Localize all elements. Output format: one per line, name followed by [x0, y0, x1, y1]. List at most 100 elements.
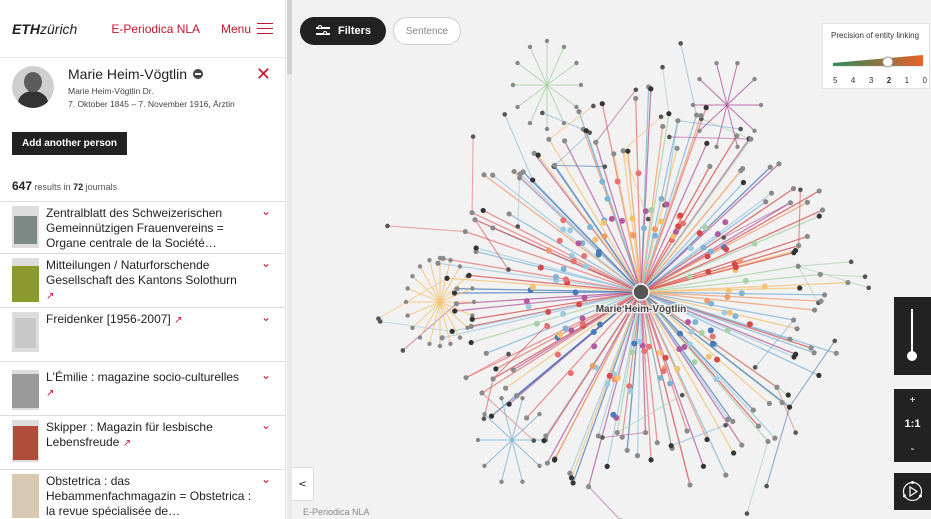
graph-node[interactable]: [660, 123, 666, 130]
graph-node[interactable]: [427, 257, 432, 263]
graph-node[interactable]: [702, 224, 709, 231]
graph-node[interactable]: [405, 286, 410, 291]
graph-node[interactable]: [541, 438, 547, 444]
graph-node[interactable]: [506, 401, 512, 407]
graph-node[interactable]: [479, 390, 485, 396]
graph-node[interactable]: [585, 484, 592, 490]
precision-knob[interactable]: [882, 56, 894, 68]
graph-node[interactable]: [723, 472, 729, 478]
graph-node[interactable]: [552, 273, 559, 280]
graph-node[interactable]: [604, 380, 611, 387]
graph-node[interactable]: [735, 60, 740, 66]
graph-node[interactable]: [654, 440, 660, 446]
graph-node[interactable]: [797, 285, 803, 291]
graph-node[interactable]: [704, 140, 710, 146]
graph-node[interactable]: [714, 60, 719, 66]
graph-node[interactable]: [595, 433, 601, 439]
graph-node[interactable]: [675, 223, 682, 230]
graph-node[interactable]: [468, 339, 474, 346]
graph-node[interactable]: [596, 248, 603, 255]
zoom-slider[interactable]: [894, 297, 931, 375]
graph-node[interactable]: [619, 434, 625, 440]
graph-node[interactable]: [543, 433, 549, 439]
graph-node[interactable]: [723, 246, 730, 253]
graph-node[interactable]: [833, 350, 839, 356]
graph-node[interactable]: [804, 233, 810, 240]
graph-node[interactable]: [453, 301, 460, 307]
graph-node[interactable]: [766, 400, 772, 407]
graph-node[interactable]: [658, 218, 665, 225]
sentence-button[interactable]: Sentence: [393, 17, 461, 45]
graph-node[interactable]: [663, 201, 670, 208]
precision-level-2[interactable]: 2: [887, 76, 891, 85]
chevron-down-icon[interactable]: ⌄: [261, 310, 271, 324]
graph-node[interactable]: [593, 139, 599, 145]
graph-node[interactable]: [520, 169, 526, 175]
graph-node[interactable]: [599, 101, 605, 107]
graph-node[interactable]: [462, 228, 468, 235]
graph-node[interactable]: [642, 208, 649, 215]
zoom-out-button[interactable]: -: [894, 443, 931, 455]
graph-node[interactable]: [731, 450, 737, 456]
graph-node[interactable]: [660, 368, 667, 375]
graph-node[interactable]: [667, 380, 674, 387]
graph-node[interactable]: [732, 264, 739, 271]
graph-node[interactable]: [544, 38, 550, 44]
graph-node[interactable]: [725, 287, 732, 294]
graph-node[interactable]: [630, 232, 637, 239]
graph-node[interactable]: [705, 353, 712, 360]
graph-node[interactable]: [752, 76, 757, 82]
precision-level-0[interactable]: 0: [923, 76, 927, 85]
graph-node[interactable]: [768, 190, 775, 196]
graph-node[interactable]: [614, 430, 620, 436]
graph-node[interactable]: [627, 387, 634, 394]
graph-node[interactable]: [737, 257, 744, 264]
graph-node[interactable]: [620, 148, 626, 154]
graph-node[interactable]: [787, 336, 793, 342]
graph-node[interactable]: [376, 316, 381, 321]
graph-node[interactable]: [848, 259, 854, 265]
graph-node[interactable]: [818, 298, 824, 304]
graph-node[interactable]: [786, 404, 793, 410]
graph-node[interactable]: [763, 199, 769, 205]
graph-node[interactable]: [675, 118, 681, 124]
graph-node[interactable]: [560, 265, 567, 272]
graph-node[interactable]: [560, 310, 567, 317]
graph-node[interactable]: [570, 258, 577, 265]
add-person-button[interactable]: Add another person: [12, 132, 128, 155]
graph-node[interactable]: [567, 227, 574, 234]
graph-node[interactable]: [708, 300, 715, 307]
graph-node[interactable]: [714, 231, 721, 238]
graph-node[interactable]: [634, 453, 641, 459]
graph-node[interactable]: [448, 341, 453, 347]
graph-node[interactable]: [567, 370, 574, 377]
graph-node[interactable]: [767, 164, 773, 170]
graph-node[interactable]: [721, 309, 728, 316]
graph-node[interactable]: [581, 294, 588, 301]
precision-slider[interactable]: [823, 52, 931, 72]
graph-node[interactable]: [666, 111, 672, 117]
graph-node[interactable]: [482, 463, 487, 469]
graph-node[interactable]: [651, 232, 658, 239]
graph-node[interactable]: [437, 343, 443, 349]
graph-node[interactable]: [546, 136, 552, 142]
graph-node[interactable]: [506, 267, 511, 272]
graph-node[interactable]: [515, 104, 520, 110]
graph-node[interactable]: [490, 376, 496, 382]
graph-node[interactable]: [480, 207, 486, 214]
graph-node[interactable]: [591, 343, 598, 350]
graph-node[interactable]: [561, 138, 568, 144]
graph-node[interactable]: [774, 384, 780, 390]
graph-node[interactable]: [572, 289, 579, 296]
graph-node[interactable]: [567, 470, 573, 476]
graph-node[interactable]: [440, 255, 446, 262]
graph-node[interactable]: [790, 317, 797, 323]
graph-node[interactable]: [535, 152, 541, 158]
graph-node[interactable]: [599, 178, 606, 185]
graph-node[interactable]: [473, 245, 479, 251]
graph-node[interactable]: [544, 460, 550, 466]
graph-node[interactable]: [785, 392, 791, 398]
graph-node[interactable]: [690, 102, 696, 108]
graph-node[interactable]: [705, 268, 712, 275]
graph-node[interactable]: [530, 177, 536, 183]
